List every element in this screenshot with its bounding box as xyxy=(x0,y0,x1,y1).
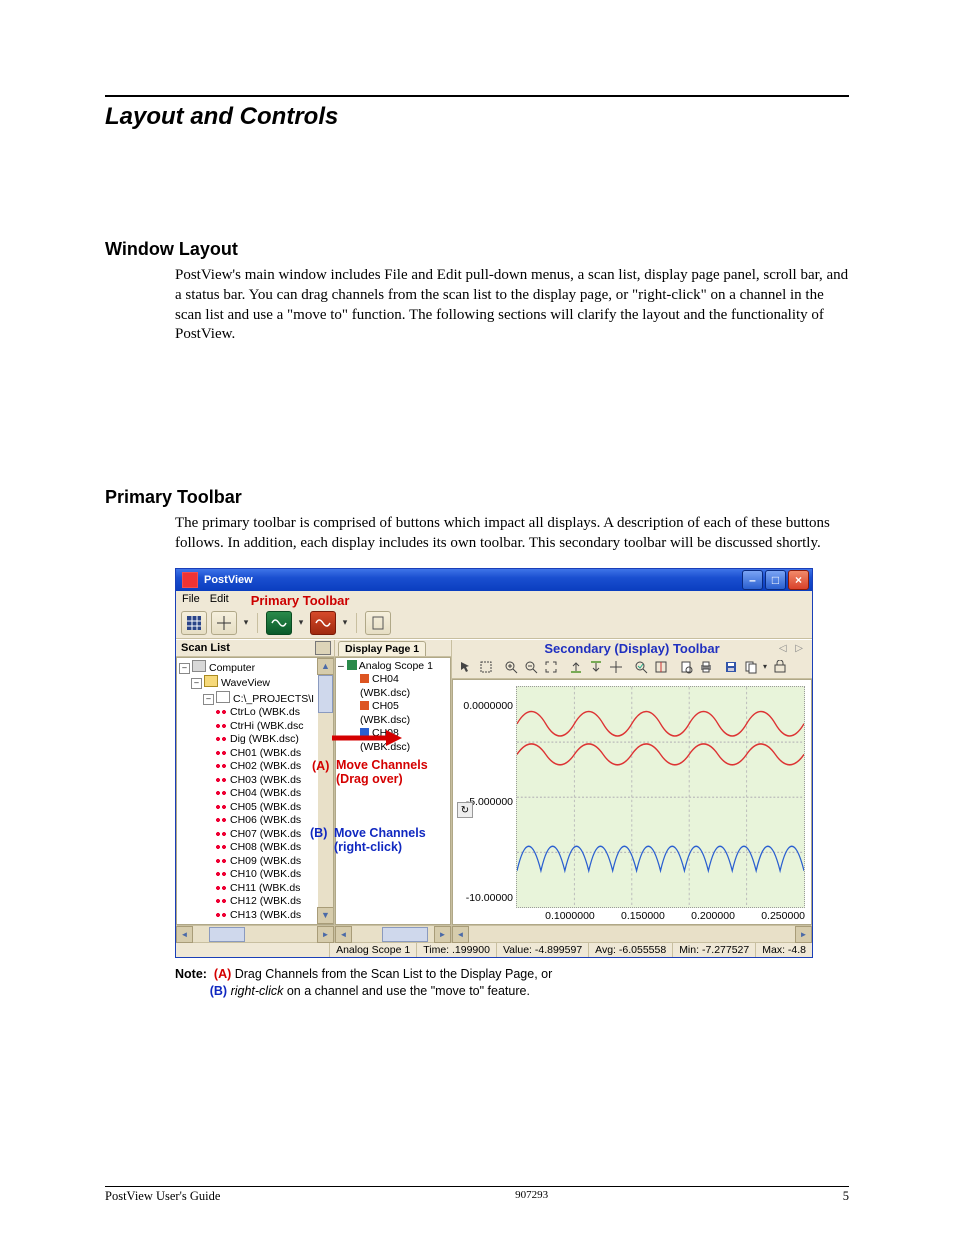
status-time: Time: .199900 xyxy=(417,943,497,957)
autoscale-y-up-icon[interactable] xyxy=(566,658,585,676)
status-name: Analog Scope 1 xyxy=(330,943,417,957)
tab-display-page-1[interactable]: Display Page 1 xyxy=(338,641,426,656)
maximize-button[interactable]: □ xyxy=(765,570,786,590)
minimize-button[interactable]: – xyxy=(742,570,763,590)
dock-icon[interactable] xyxy=(315,641,331,655)
scan-list-tree[interactable]: –Computer –WaveView –C:\_PROJECTS\I CtrL… xyxy=(176,657,334,926)
scope-red-dropdown[interactable]: ▾ xyxy=(340,617,350,628)
tree-channel[interactable]: CH09 (WBK.ds xyxy=(230,855,301,867)
page-footer: PostView User's Guide 907293 5 xyxy=(105,1186,849,1204)
tree-channel[interactable]: CH05 (WBK.ds xyxy=(230,801,301,813)
zoom-home-icon[interactable] xyxy=(631,658,650,676)
scan-list-hscroll[interactable] xyxy=(176,925,334,942)
autoscale-y-down-icon[interactable] xyxy=(586,658,605,676)
copy-icon[interactable] xyxy=(741,658,760,676)
rule-top xyxy=(105,95,849,97)
app-icon xyxy=(182,572,198,588)
close-button[interactable]: × xyxy=(788,570,809,590)
footer-mid: 907293 xyxy=(515,1189,548,1204)
tree-channel[interactable]: CH13 (WBK.ds xyxy=(230,909,301,921)
postview-window: PostView – □ × File Edit Primary Toolbar… xyxy=(175,568,813,959)
label-secondary-toolbar: Secondary (Display) Toolbar xyxy=(544,641,719,656)
plot-area[interactable]: ↻ 0.0000000 -5.000000 -10.00000 xyxy=(452,679,812,926)
tree-channel[interactable]: CH11 (WBK.ds xyxy=(230,882,300,894)
tree-channel[interactable]: CH01 (WBK.ds xyxy=(230,747,301,759)
save-icon[interactable] xyxy=(721,658,740,676)
secondary-toolbar: ▾ xyxy=(452,656,812,679)
status-min: Min: -7.277527 xyxy=(673,943,756,957)
zoom-out-icon[interactable] xyxy=(521,658,540,676)
tree-channel[interactable]: CH06 (WBK.ds xyxy=(230,814,301,826)
cursor-icon[interactable] xyxy=(651,658,670,676)
tree-channel[interactable]: CH10 (WBK.ds xyxy=(230,868,301,880)
tree-channel[interactable]: Dig (WBK.dsc) xyxy=(230,733,299,745)
page-button[interactable] xyxy=(365,611,391,635)
center-icon[interactable] xyxy=(606,658,625,676)
tree-channel[interactable]: CH12 (WBK.ds xyxy=(230,895,301,907)
para-window-layout: PostView's main window includes File and… xyxy=(175,266,849,345)
print-icon[interactable] xyxy=(696,658,715,676)
status-value: Value: -4.899597 xyxy=(497,943,589,957)
tree-channel[interactable]: CH07 (WBK.ds xyxy=(230,828,301,840)
menu-edit[interactable]: Edit xyxy=(210,593,229,608)
para-primary-toolbar: The primary toolbar is comprised of butt… xyxy=(175,514,849,554)
status-max: Max: -4.8 xyxy=(756,943,812,957)
section-title: Layout and Controls xyxy=(105,103,849,131)
scope-green-dropdown[interactable]: ▾ xyxy=(296,617,306,628)
menubar: File Edit Primary Toolbar xyxy=(176,591,812,608)
select-rect-icon[interactable] xyxy=(476,658,495,676)
footer-right: 5 xyxy=(843,1189,849,1204)
display-tree-pane: Display Page 1 – Analog Scope 1 CH04 (WB… xyxy=(335,640,452,943)
tree-channel[interactable]: CH02 (WBK.ds xyxy=(230,760,301,772)
scan-list-vscroll[interactable]: ▲ ▼ xyxy=(318,658,333,925)
label-primary-toolbar: Primary Toolbar xyxy=(251,593,350,608)
rotate-axis-icon[interactable]: ↻ xyxy=(457,802,473,818)
work-area: Scan List –Computer –WaveView –C:\_PROJE… xyxy=(176,639,812,943)
titlebar: PostView – □ × xyxy=(176,569,812,591)
page-preview-icon[interactable] xyxy=(676,658,695,676)
tree-channel[interactable]: CtrHi (WBK.dsc xyxy=(230,720,304,732)
heading-primary-toolbar: Primary Toolbar xyxy=(105,487,849,508)
scan-list-title: Scan List xyxy=(181,642,230,654)
display-tree-hscroll[interactable] xyxy=(335,925,451,942)
footer-left: PostView User's Guide xyxy=(105,1189,220,1204)
grid-button[interactable] xyxy=(181,611,207,635)
scope-green-button[interactable] xyxy=(266,611,292,635)
tree-waveview[interactable]: WaveView xyxy=(221,677,270,689)
zoom-fit-icon[interactable] xyxy=(541,658,560,676)
chart-hscroll[interactable]: ◄► xyxy=(452,925,812,942)
figure-note: Note: (A) Drag Channels from the Scan Li… xyxy=(175,966,849,1000)
tree-computer[interactable]: Computer xyxy=(209,662,255,674)
status-bar: Analog Scope 1 Time: .199900 Value: -4.8… xyxy=(176,942,812,957)
tree-channel[interactable]: CtrLo (WBK.ds xyxy=(230,706,300,718)
copy-dropdown[interactable]: ▾ xyxy=(761,662,769,671)
tree-channel[interactable]: CH03 (WBK.ds xyxy=(230,774,301,786)
settings-icon[interactable] xyxy=(770,658,789,676)
scan-list-pane: Scan List –Computer –WaveView –C:\_PROJE… xyxy=(176,640,335,943)
tree-projects[interactable]: C:\_PROJECTS\I xyxy=(233,693,314,705)
tab-nav-icons[interactable]: ◁ ▷ xyxy=(779,643,806,654)
crosshair-button[interactable] xyxy=(211,611,237,635)
tree-channel[interactable]: CH08 (WBK.ds xyxy=(230,841,301,853)
chart-pane: Secondary (Display) Toolbar ◁ ▷ xyxy=(452,640,812,943)
tree-channel[interactable]: CH04 (WBK.ds xyxy=(230,787,301,799)
display-tree-root[interactable]: Analog Scope 1 xyxy=(359,660,433,672)
heading-window-layout: Window Layout xyxy=(105,239,849,260)
window-title: PostView xyxy=(204,574,253,586)
status-avg: Avg: -6.055558 xyxy=(589,943,673,957)
crosshair-dropdown[interactable]: ▾ xyxy=(241,617,251,628)
zoom-in-icon[interactable] xyxy=(501,658,520,676)
menu-file[interactable]: File xyxy=(182,593,200,608)
primary-toolbar: ▾ ▾ ▾ xyxy=(176,608,812,639)
pointer-icon[interactable] xyxy=(456,658,475,676)
display-tree[interactable]: – Analog Scope 1 CH04 (WBK.dsc) CH05 (WB… xyxy=(335,657,451,926)
x-axis-labels: 0 0.1000000 0.150000 0.200000 0.250000 xyxy=(513,910,805,924)
scope-red-button[interactable] xyxy=(310,611,336,635)
